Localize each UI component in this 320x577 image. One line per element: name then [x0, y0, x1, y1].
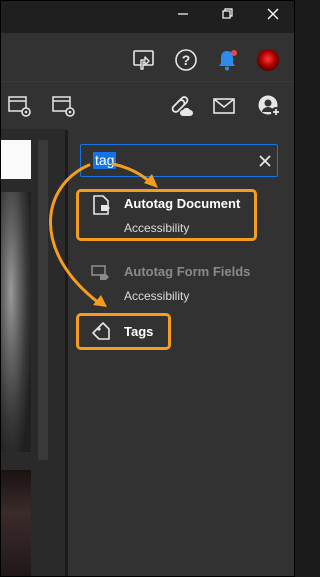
svg-text:?: ? — [182, 52, 191, 68]
avatar — [257, 49, 279, 71]
document-image-2 — [1, 470, 31, 576]
restore-button[interactable] — [206, 1, 250, 27]
search-input[interactable]: tag — [93, 152, 117, 169]
notification-bell-icon — [219, 50, 237, 71]
help-button[interactable]: ? — [174, 48, 198, 72]
highlight-autotag-document — [76, 189, 257, 241]
close-icon — [267, 8, 279, 20]
app-window: ? tag Autotag Document Accessibility Aut… — [0, 0, 295, 577]
minimize-icon — [178, 13, 188, 15]
share-screen-icon — [133, 50, 154, 70]
document-page-preview — [1, 140, 31, 576]
cloud-link-button[interactable] — [168, 93, 194, 119]
document-page-header — [1, 140, 31, 179]
clear-icon[interactable] — [258, 154, 272, 168]
result-title: Autotag Form Fields — [124, 264, 251, 279]
mail-icon — [213, 98, 235, 114]
tools-search-field[interactable]: tag — [80, 144, 278, 177]
highlight-tags — [76, 313, 171, 350]
document-image — [1, 192, 31, 452]
notifications-button[interactable] — [215, 48, 239, 72]
page-settings-button[interactable] — [7, 93, 33, 119]
close-window-button[interactable] — [251, 1, 294, 27]
add-user-button[interactable] — [256, 93, 282, 119]
email-button[interactable] — [211, 93, 237, 119]
toolbar — [1, 81, 294, 130]
document-scrollbar[interactable] — [38, 140, 48, 460]
add-user-icon — [258, 95, 281, 117]
form-tag-icon — [91, 265, 109, 280]
page-settings-icon-2 — [52, 96, 75, 117]
result-autotag-form-fields[interactable]: Autotag Form Fields Accessibility — [76, 257, 257, 307]
user-avatar-button[interactable] — [256, 48, 280, 72]
link-cloud-icon — [171, 96, 193, 116]
help-icon: ? — [175, 49, 197, 71]
result-category: Accessibility — [124, 289, 190, 303]
page-settings-icon — [8, 96, 31, 117]
minimize-button[interactable] — [161, 1, 205, 27]
page-settings-button-2[interactable] — [51, 93, 77, 119]
share-screen-button[interactable] — [132, 48, 156, 72]
restore-icon — [222, 8, 233, 19]
